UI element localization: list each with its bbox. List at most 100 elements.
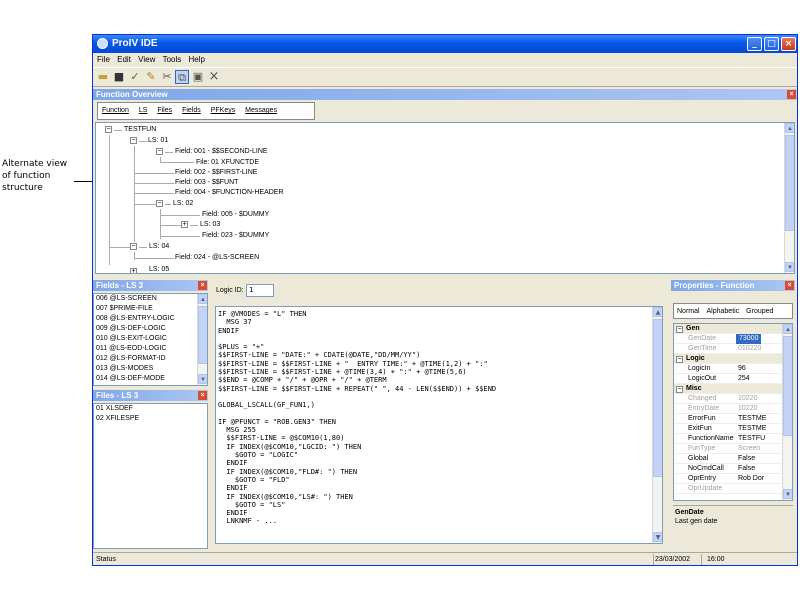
tab-ls[interactable]: LS	[139, 107, 152, 114]
list-item[interactable]: 012 @LS-FORMAT-ID	[94, 354, 207, 364]
tree-scrollbar[interactable]: ▲ ▼	[784, 123, 794, 273]
property-row[interactable]: LogicOut 254	[674, 374, 792, 384]
property-row[interactable]: OprUpdate	[674, 484, 792, 494]
list-item[interactable]: 015 @LS-START-FLD	[94, 384, 207, 385]
property-row[interactable]: FunType Screen	[674, 444, 792, 454]
tree-node[interactable]: File: 01 XFUNCTDE	[196, 159, 259, 166]
property-row[interactable]: ExitFun TESTME	[674, 424, 792, 434]
scroll-thumb[interactable]	[783, 336, 792, 436]
property-value[interactable]: 10220	[738, 404, 757, 414]
tree-node[interactable]: Field: 002 - $$FIRST-LINE	[175, 169, 257, 176]
property-row[interactable]: FunctionName TESTFU	[674, 434, 792, 444]
list-item[interactable]: 014 @LS-DEF-MODE	[94, 374, 207, 384]
property-category[interactable]: − Gen	[674, 324, 792, 334]
scroll-up-icon[interactable]: ▲	[198, 294, 207, 304]
close-icon[interactable]: ×	[198, 391, 207, 400]
tree-node[interactable]: TESTFUN	[124, 126, 156, 133]
code-text[interactable]: IF @VMODES = "L" THEN MSG 37 ENDIF $PLUS…	[216, 307, 662, 529]
menu-help[interactable]: Help	[189, 55, 205, 64]
property-row[interactable]: Changed 10220	[674, 394, 792, 404]
menu-view[interactable]: View	[138, 55, 155, 64]
property-value[interactable]: Screen	[738, 444, 760, 454]
cut-icon[interactable]: ✂	[160, 70, 174, 84]
check-icon[interactable]: ✓	[128, 70, 142, 84]
list-item[interactable]: 006 @LS-SCREEN	[94, 294, 207, 304]
collapse-icon[interactable]: −	[130, 137, 137, 144]
property-value[interactable]: 96	[738, 364, 746, 374]
property-value[interactable]: TESTME	[738, 414, 766, 424]
tab-messages[interactable]: Messages	[245, 107, 281, 114]
tree-node[interactable]: Field: 003 - $$FUNT	[175, 179, 238, 186]
tab-function[interactable]: Function	[102, 107, 133, 114]
list-item[interactable]: 007 $PRIME-FILE	[94, 304, 207, 314]
tree-node[interactable]: LS: 05	[149, 266, 169, 273]
tab-pfkeys[interactable]: PFKeys	[211, 107, 240, 114]
delete-icon[interactable]: ×	[207, 70, 221, 84]
collapse-icon[interactable]: −	[156, 148, 163, 155]
property-value[interactable]: Rob Dor	[738, 474, 764, 484]
property-row[interactable]: OprEntry Rob Dor	[674, 474, 792, 484]
property-value[interactable]: TESTME	[738, 424, 766, 434]
tree-node[interactable]: Field: 023 - $DUMMY	[202, 232, 269, 239]
scroll-down-icon[interactable]: ▼	[785, 262, 794, 272]
collapse-icon[interactable]: −	[676, 386, 683, 393]
collapse-icon[interactable]: −	[105, 126, 112, 133]
property-category[interactable]: − Misc	[674, 384, 792, 394]
tab-grouped[interactable]: Grouped	[746, 308, 775, 315]
tree-node[interactable]: LS: 04	[149, 243, 169, 250]
close-icon[interactable]: ×	[198, 281, 207, 290]
close-icon[interactable]: ×	[785, 281, 794, 290]
collapse-icon[interactable]: −	[130, 243, 137, 250]
list-item[interactable]: 011 @LS-EOD-LOGIC	[94, 344, 207, 354]
list-item[interactable]: 02 XFILESPE	[94, 414, 207, 424]
tab-alphabetic[interactable]: Alphabetic	[707, 308, 742, 315]
expand-icon[interactable]: +	[130, 268, 137, 273]
collapse-icon[interactable]: −	[676, 326, 683, 333]
property-value[interactable]: 010220	[738, 344, 761, 354]
close-icon[interactable]: ×	[787, 90, 796, 99]
copy-icon[interactable]: ⧉	[175, 70, 189, 84]
close-button[interactable]: ×	[781, 37, 796, 51]
property-row[interactable]: ErrorFun TESTME	[674, 414, 792, 424]
tab-normal[interactable]: Normal	[677, 308, 702, 315]
list-item[interactable]: 01 XLSDEF	[94, 404, 207, 414]
property-row[interactable]: LogicIn 96	[674, 364, 792, 374]
open-folder-icon[interactable]: ▬	[96, 70, 110, 84]
scroll-thumb[interactable]	[198, 306, 207, 364]
list-item[interactable]: 010 @LS-EXIT-LOGIC	[94, 334, 207, 344]
tree-node[interactable]: Field: 024 - @LS-SCREEN	[175, 254, 259, 261]
fields-scrollbar[interactable]: ▲ ▼	[197, 294, 207, 385]
property-row[interactable]: EntryDate 10220	[674, 404, 792, 414]
property-value[interactable]: 10220	[738, 394, 757, 404]
maximize-button[interactable]: □	[764, 37, 779, 51]
scroll-up-icon[interactable]: ▲	[653, 307, 662, 317]
tab-fields[interactable]: Fields	[182, 107, 205, 114]
collapse-icon[interactable]: −	[156, 200, 163, 207]
scroll-down-icon[interactable]: ▼	[198, 374, 207, 384]
list-item[interactable]: 013 @LS-MODES	[94, 364, 207, 374]
tree-node[interactable]: LS: 03	[200, 221, 220, 228]
tree-node[interactable]: Field: 004 - $FUNCTION-HEADER	[175, 189, 284, 196]
tree-node[interactable]: Field: 001 - $$SECOND-LINE	[175, 148, 268, 155]
tree-node[interactable]: LS: 02	[173, 200, 193, 207]
logic-id-input[interactable]: 1	[246, 284, 274, 297]
property-row[interactable]: NoCmdCall False	[674, 464, 792, 474]
pencil-icon[interactable]: ✎	[144, 70, 158, 84]
tree-node[interactable]: Field: 005 - $DUMMY	[202, 211, 269, 218]
list-item[interactable]: 009 @LS-DEF-LOGIC	[94, 324, 207, 334]
expand-icon[interactable]: +	[181, 221, 188, 228]
menu-file[interactable]: File	[97, 55, 110, 64]
save-icon[interactable]: ■	[112, 70, 126, 84]
scroll-thumb[interactable]	[785, 135, 794, 231]
scroll-up-icon[interactable]: ▲	[785, 123, 794, 133]
code-editor[interactable]: IF @VMODES = "L" THEN MSG 37 ENDIF $PLUS…	[215, 306, 663, 544]
tab-files[interactable]: Files	[157, 107, 176, 114]
minimize-button[interactable]: _	[747, 37, 762, 51]
scroll-thumb[interactable]	[653, 319, 662, 477]
menu-tools[interactable]: Tools	[163, 55, 182, 64]
property-row[interactable]: GenDate 73000	[674, 334, 792, 344]
property-row[interactable]: GenTime 010220	[674, 344, 792, 354]
paste-icon[interactable]: ▣	[191, 70, 205, 84]
properties-scrollbar[interactable]: ▲ ▼	[782, 324, 792, 500]
code-scrollbar[interactable]: ▲ ▼	[652, 307, 662, 543]
